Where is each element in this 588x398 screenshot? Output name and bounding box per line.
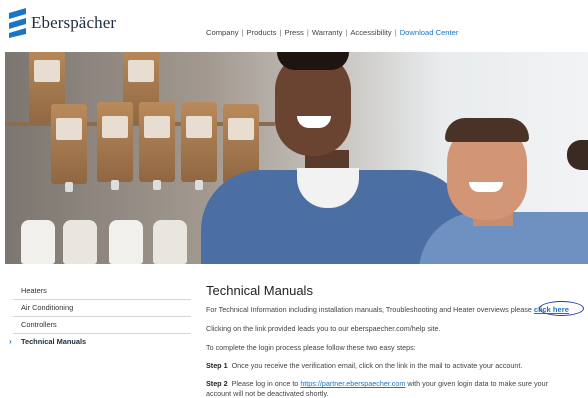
nav-separator: | <box>345 28 348 37</box>
nav-products[interactable]: Products <box>246 28 276 37</box>
nav-separator: | <box>241 28 244 37</box>
step-1-label: Step 1 <box>206 361 228 370</box>
site-header: Eberspächer Company | Products | Press | Warra… <box>0 0 588 52</box>
step-1-paragraph: Step 1 Once you receive the verification… <box>206 361 522 370</box>
brand-name: Eberspächer <box>31 13 117 32</box>
brand-logo[interactable]: Eberspächer <box>9 8 116 38</box>
sidebar-item-label: Air Conditioning <box>21 303 74 312</box>
nav-press[interactable]: Press <box>284 28 303 37</box>
sidebar-menu: Heaters Air Conditioning Controllers › Te… <box>9 283 191 350</box>
bottle-illustration <box>63 220 97 264</box>
bottle-illustration <box>153 220 187 264</box>
nav-separator: | <box>279 28 282 37</box>
technician-left-hair <box>277 52 349 70</box>
bottle-illustration <box>109 220 143 264</box>
third-person-arm <box>567 140 588 170</box>
step-2-text: Please log in once to <box>231 379 299 388</box>
technician-right-hair <box>445 118 529 142</box>
step-2-paragraph: Step 2 Please log in once to https://par… <box>206 379 548 388</box>
nav-separator: | <box>306 28 309 37</box>
help-site-paragraph: Clicking on the link provided leads you … <box>206 324 441 333</box>
nav-download-center[interactable]: Download Center <box>400 28 459 37</box>
dispenser-illustration <box>181 102 217 190</box>
sidebar-item-heaters[interactable]: Heaters <box>13 283 191 300</box>
page-title: Technical Manuals <box>206 283 313 298</box>
top-navigation: Company | Products | Press | Warranty | Accessib… <box>206 28 458 37</box>
nav-warranty[interactable]: Warranty <box>312 28 343 37</box>
partner-portal-link[interactable]: https://partner.eberspaecher.com <box>300 379 405 388</box>
nav-accessibility[interactable]: Accessibility <box>350 28 391 37</box>
step-1-text: Once you receive the verification email,… <box>231 361 523 370</box>
bottle-illustration <box>21 220 55 264</box>
main-content: Technical Manuals For Technical Informat… <box>206 283 586 398</box>
dispenser-illustration <box>139 102 175 190</box>
nav-company[interactable]: Company <box>206 28 239 37</box>
sidebar-item-label: Controllers <box>21 320 57 329</box>
nav-separator: | <box>394 28 397 37</box>
dispenser-illustration <box>51 104 87 192</box>
step-2-label: Step 2 <box>206 379 228 388</box>
intro-text: For Technical Information including inst… <box>206 305 532 314</box>
sidebar-item-technical-manuals[interactable]: › Technical Manuals <box>9 334 191 350</box>
step-2-text-continued: with your given login data to make sure … <box>407 379 549 388</box>
intro-paragraph: For Technical Information including inst… <box>206 305 569 314</box>
sidebar-item-label: Heaters <box>21 286 47 295</box>
chevron-right-icon: › <box>9 337 12 346</box>
steps-intro-paragraph: To complete the login process please fol… <box>206 343 416 352</box>
sidebar-item-label: Technical Manuals <box>21 337 87 346</box>
eberspaecher-logo-icon <box>9 8 26 38</box>
click-here-link[interactable]: click here <box>534 305 569 314</box>
step-2-paragraph-line2: account will not be deactivated shortly. <box>206 389 329 398</box>
sidebar-item-air-conditioning[interactable]: Air Conditioning <box>13 300 191 317</box>
sidebar-item-controllers[interactable]: Controllers <box>13 317 191 334</box>
hero-image-two-technicians <box>5 52 588 264</box>
dispenser-illustration <box>97 102 133 190</box>
technician-right-smile <box>469 182 503 192</box>
